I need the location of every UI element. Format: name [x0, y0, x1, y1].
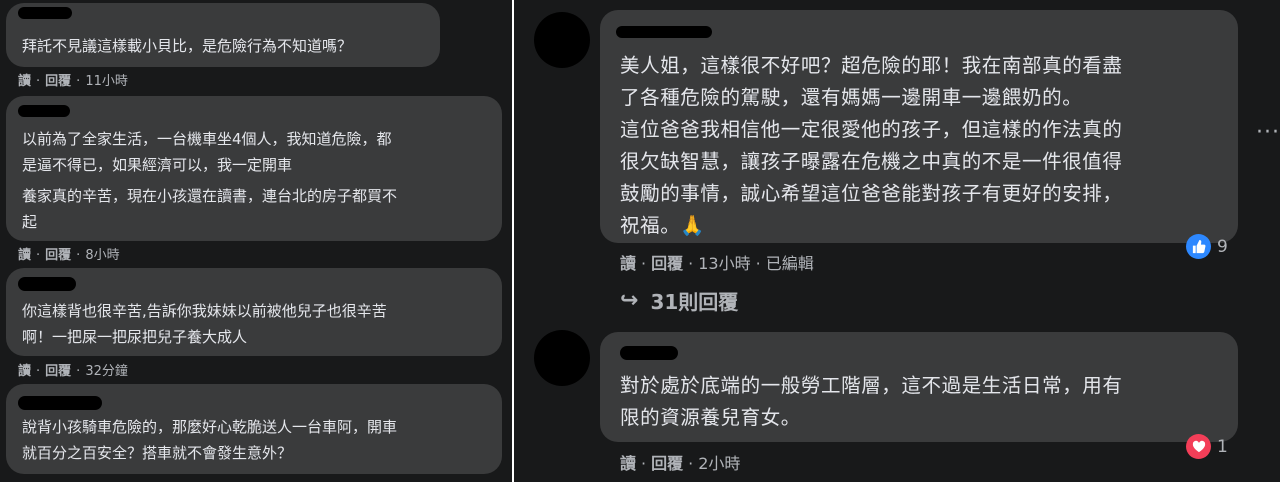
comment-text: 你這樣背也很辛苦,告訴你我妹妹以前被他兒子也很辛苦 啊！一把屎一把尿把兒子養大成… [22, 302, 387, 346]
timestamp[interactable]: 8小時 [85, 244, 119, 263]
reply-link[interactable]: 回覆 [651, 250, 683, 274]
read-link[interactable]: 讀 [18, 244, 31, 263]
comment-actions: 讀 · 回覆 · 2小時 [620, 450, 740, 474]
reaction-count[interactable]: 9 [1186, 234, 1228, 259]
comment-text: 說背小孩騎車危險的，那麼好心乾脆送人一台車阿，開車 就百分之百安全？搭車就不會發… [22, 418, 398, 462]
reply-link[interactable]: 回覆 [651, 450, 683, 474]
comment-actions: 讀 · 回覆 · 13小時 · 已編輯 [620, 250, 814, 274]
reply-link[interactable]: 回覆 [45, 360, 71, 379]
love-icon [1186, 434, 1211, 459]
comment-bubble: 說背小孩騎車危險的，那麼好心乾脆送人一台車阿，開車 就百分之百安全？搭車就不會發… [6, 384, 502, 474]
redacted-username [616, 26, 712, 38]
redacted-username [18, 396, 102, 410]
comment-bubble: 你這樣背也很辛苦,告訴你我妹妹以前被他兒子也很辛苦 啊！一把屎一把尿把兒子養大成… [6, 268, 502, 356]
timestamp[interactable]: 32分鐘 [85, 360, 128, 379]
avatar[interactable] [534, 12, 590, 68]
read-link[interactable]: 讀 [18, 70, 31, 89]
replies-label: 31則回覆 [650, 290, 739, 314]
reply-link[interactable]: 回覆 [45, 244, 71, 263]
comment-text: 以前為了全家生活，一台機車坐4個人，我知道危險，都 是逼不得已，如果經濟可以，我… [22, 130, 392, 174]
avatar[interactable] [534, 330, 590, 386]
edited-label: 已編輯 [765, 254, 814, 273]
comment-bubble: 拜託不見議這樣載小貝比，是危險行為不知道嗎？ [6, 3, 440, 67]
comment-text-paragraph-2: 養家真的辛苦，現在小孩還在讀書，連台北的房子都買不 起 [22, 187, 398, 231]
reaction-number: 9 [1217, 236, 1228, 257]
view-replies-button[interactable]: ↪ 31則回覆 [620, 286, 738, 315]
comment-actions: 讀 · 回覆 · 32分鐘 [18, 360, 128, 379]
redacted-username [620, 346, 678, 360]
comment-text: 美人姐，這樣很不好吧？超危險的耶！我在南部真的看盡 了各種危險的駕駛，還有媽媽一… [620, 54, 1123, 237]
comment-actions: 讀 · 回覆 · 11小時 [18, 70, 128, 89]
redacted-username [18, 105, 70, 117]
reply-arrow-icon: ↪ [620, 288, 639, 313]
comment-bubble: 美人姐，這樣很不好吧？超危險的耶！我在南部真的看盡 了各種危險的駕駛，還有媽媽一… [600, 10, 1238, 243]
read-link[interactable]: 讀 [620, 250, 636, 274]
comment-text: 拜託不見議這樣載小貝比，是危險行為不知道嗎？ [22, 37, 353, 55]
read-link[interactable]: 讀 [620, 450, 636, 474]
like-icon [1186, 234, 1211, 259]
comment-text: 對於處於底端的一般勞工階層，這不過是生活日常，用有 限的資源養兒育女。 [620, 374, 1123, 429]
timestamp[interactable]: 11小時 [85, 70, 128, 89]
redacted-username [18, 277, 76, 291]
left-comments-panel: 拜託不見議這樣載小貝比，是危險行為不知道嗎？ 讀 · 回覆 · 11小時 以前為了全家生… [0, 0, 512, 482]
comment-bubble: 對於處於底端的一般勞工階層，這不過是生活日常，用有 限的資源養兒育女。 [600, 332, 1238, 442]
timestamp[interactable]: 13小時 [698, 250, 750, 274]
comment-actions: 讀 · 回覆 · 8小時 [18, 244, 120, 263]
read-link[interactable]: 讀 [18, 360, 31, 379]
reaction-count[interactable]: 1 [1186, 434, 1228, 459]
more-options-icon[interactable]: ··· [1256, 120, 1280, 145]
reply-link[interactable]: 回覆 [45, 70, 71, 89]
redacted-username [18, 7, 72, 19]
timestamp[interactable]: 2小時 [698, 450, 740, 474]
comment-bubble: 以前為了全家生活，一台機車坐4個人，我知道危險，都 是逼不得已，如果經濟可以，我… [6, 96, 502, 241]
reaction-number: 1 [1217, 436, 1228, 457]
